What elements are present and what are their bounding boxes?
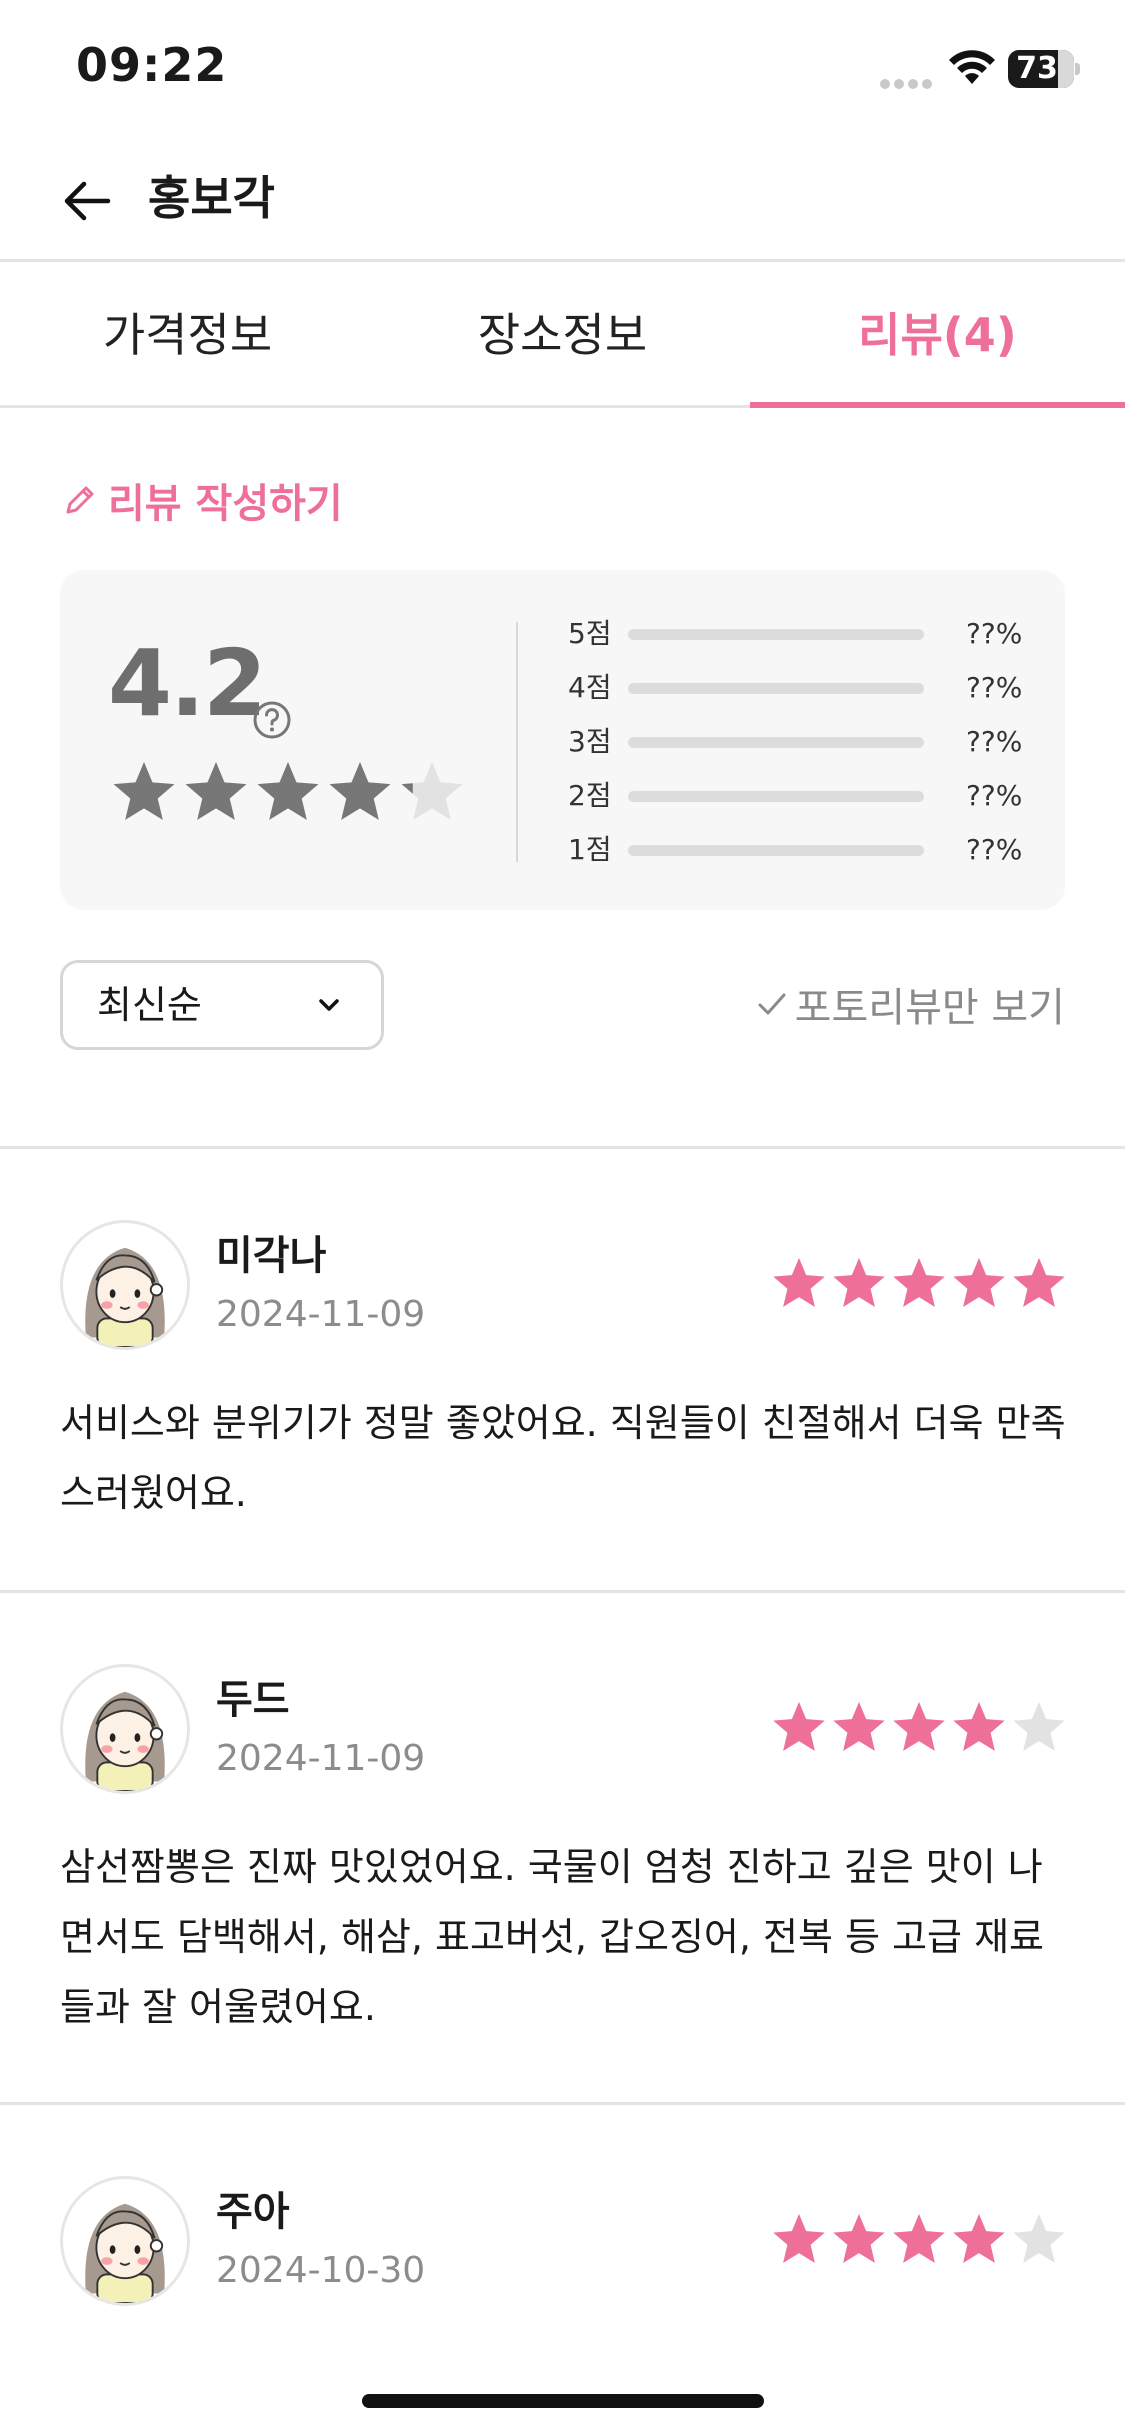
distribution-bar — [628, 629, 924, 640]
star-filled-icon — [953, 2214, 1005, 2263]
distribution-percent: ??% — [966, 671, 1023, 704]
star-filled-icon — [257, 762, 319, 820]
star-filled-icon — [329, 762, 391, 820]
photo-filter-label: 포토리뷰만 보기 — [794, 985, 1065, 1031]
star-filled-icon — [833, 1258, 885, 1307]
reviewer-name: 미각나 — [216, 1233, 327, 1279]
help-icon[interactable] — [252, 700, 292, 740]
photo-review-filter[interactable]: 포토리뷰만 보기 — [755, 972, 1065, 1036]
tab-price-info[interactable]: 가격정보 — [0, 262, 375, 405]
distribution-percent: ??% — [966, 833, 1023, 866]
home-indicator — [362, 2394, 764, 2408]
distribution-percent: ??% — [966, 617, 1023, 650]
star-filled-icon — [773, 1702, 825, 1751]
average-star-rating — [113, 762, 463, 820]
distribution-percent: ??% — [966, 779, 1023, 812]
avatar — [60, 1664, 190, 1794]
tab-place-info[interactable]: 장소정보 — [375, 262, 750, 405]
header: 홍보각 — [0, 140, 1125, 262]
star-filled-icon — [773, 2214, 825, 2263]
review-star-rating — [773, 1702, 1065, 1751]
divider — [0, 2102, 1125, 2105]
distribution-row: 5점 ??% — [568, 614, 1038, 654]
star-icon — [1013, 1702, 1065, 1751]
star-filled-icon — [773, 1258, 825, 1307]
page-title: 홍보각 — [148, 171, 275, 225]
sort-selected-label: 최신순 — [97, 983, 202, 1027]
battery-icon: 73 — [1008, 50, 1080, 88]
distribution-label: 5점 — [568, 617, 612, 650]
distribution-label: 3점 — [568, 725, 612, 758]
reviewer-name: 두드 — [216, 1677, 290, 1723]
distribution-row: 4점 ??% — [568, 668, 1038, 708]
check-icon — [758, 993, 786, 1015]
star-filled-icon — [833, 1702, 885, 1751]
star-filled-icon — [893, 1702, 945, 1751]
reviewer-name: 주아 — [216, 2189, 290, 2235]
pencil-icon — [66, 486, 94, 514]
divider — [0, 1146, 1125, 1149]
status-time: 09:22 — [76, 38, 228, 92]
review-text: 삼선짬뽕은 진짜 맛있었어요. 국물이 엄청 진하고 깊은 맛이 나면서도 담백… — [60, 1845, 1044, 2029]
distribution-row: 3점 ??% — [568, 722, 1038, 762]
distribution-label: 4점 — [568, 671, 612, 704]
star-filled-icon — [1013, 1258, 1065, 1307]
star-filled-icon — [833, 2214, 885, 2263]
distribution-label: 1점 — [568, 833, 612, 866]
battery-level: 73 — [1016, 51, 1058, 86]
sort-dropdown[interactable]: 최신순 — [60, 960, 384, 1050]
distribution-bar — [628, 791, 924, 802]
star-filled-icon — [893, 1258, 945, 1307]
review-star-rating — [773, 1258, 1065, 1307]
star-filled-icon — [953, 1258, 1005, 1307]
write-review-button[interactable]: 리뷰 작성하기 — [62, 470, 343, 530]
rating-summary-card: 4.2 5점 ??% 4점 ??% 3점 ??% 2점 ??% 1점 ??% — [60, 570, 1065, 910]
status-bar: 09:22 73 — [0, 0, 1125, 140]
star-filled-icon — [185, 762, 247, 820]
review-date: 2024-11-09 — [216, 1294, 426, 1335]
back-arrow-icon[interactable] — [60, 174, 114, 228]
distribution-row: 2점 ??% — [568, 776, 1038, 816]
avatar — [60, 2176, 190, 2306]
wifi-icon — [949, 50, 995, 84]
distribution-bar — [628, 845, 924, 856]
star-icon — [1013, 2214, 1065, 2263]
distribution-row: 1점 ??% — [568, 830, 1038, 870]
tab-reviews[interactable]: 리뷰(4) — [750, 262, 1125, 408]
chevron-down-icon — [319, 999, 339, 1011]
card-divider — [516, 622, 518, 862]
tab-bar: 가격정보 장소정보 리뷰(4) — [0, 262, 1125, 408]
average-score: 4.2 — [108, 630, 267, 737]
star-filled-icon — [113, 762, 175, 820]
review-date: 2024-11-09 — [216, 1738, 426, 1779]
distribution-percent: ??% — [966, 725, 1023, 758]
review-text: 서비스와 분위기가 정말 좋았어요. 직원들이 친절해서 더욱 만족스러웠어요. — [60, 1401, 1066, 1515]
signal-icon — [880, 74, 936, 89]
star-filled-icon — [953, 1702, 1005, 1751]
distribution-label: 2점 — [568, 779, 612, 812]
review-star-rating — [773, 2214, 1065, 2263]
star-filled-icon — [893, 2214, 945, 2263]
write-review-label: 리뷰 작성하기 — [108, 481, 343, 527]
avatar — [60, 1220, 190, 1350]
distribution-bar — [628, 683, 924, 694]
review-date: 2024-10-30 — [216, 2250, 426, 2291]
divider — [0, 1590, 1125, 1593]
distribution-bar — [628, 737, 924, 748]
